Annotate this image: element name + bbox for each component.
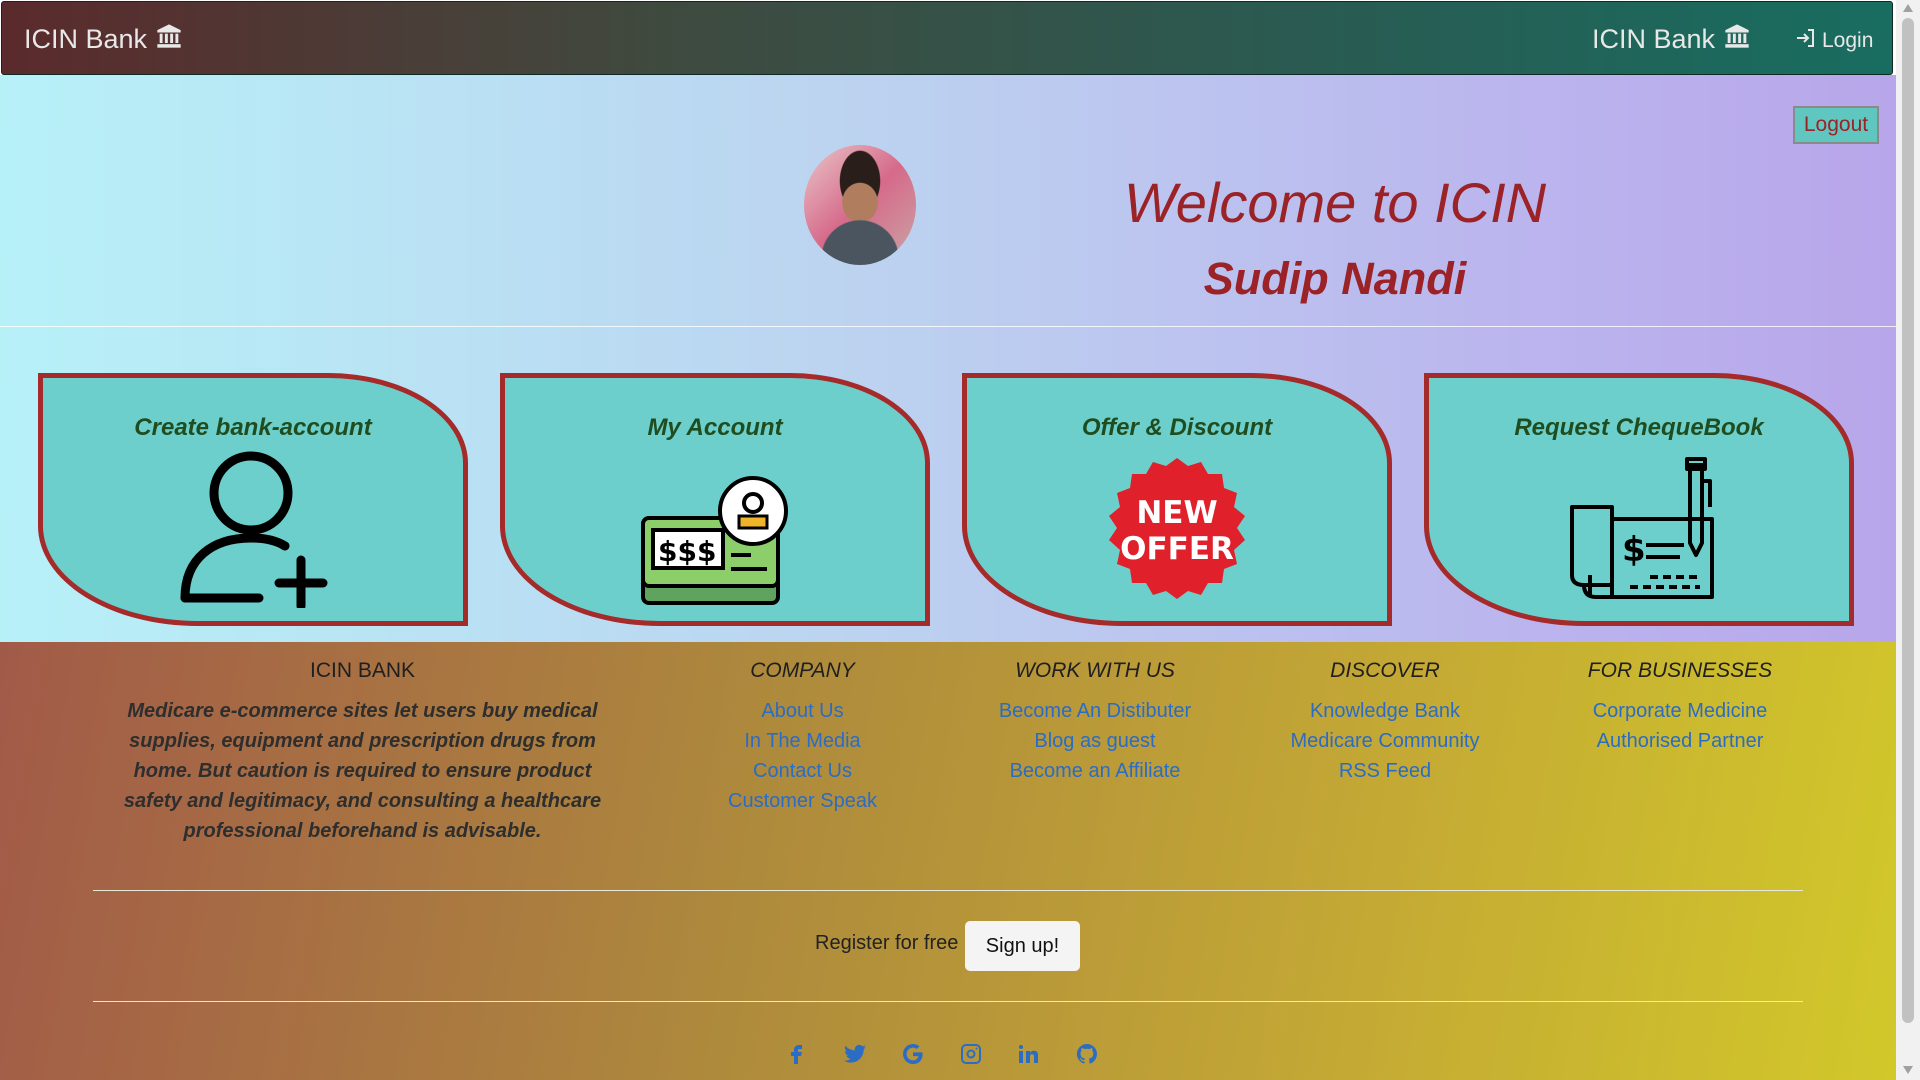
card-my-account[interactable]: My Account $$$ [500,373,930,626]
footer-discover: DISCOVER Knowledge Bank Medicare Communi… [1270,656,1500,786]
card-create-bank-account[interactable]: Create bank-account [38,373,468,626]
footer-link-medicare-community[interactable]: Medicare Community [1270,726,1500,756]
footer-link-contact-us[interactable]: Contact Us [700,756,905,786]
footer-column-title: FOR BUSINESSES [1587,659,1773,682]
divider [0,326,1896,327]
footer-link-knowledge-bank[interactable]: Knowledge Bank [1270,696,1500,726]
footer-link-become-distibuter[interactable]: Become An Distibuter [975,696,1215,726]
footer-company: COMPANY About Us In The Media Contact Us… [700,656,905,816]
account-cheque-icon: $$$ [635,473,795,613]
chequebook-pen-icon: $ [1554,457,1724,607]
footer-link-become-affiliate[interactable]: Become an Affiliate [975,756,1215,786]
new-offer-badge-icon: NEW OFFER [1102,456,1252,611]
footer-column-title: DISCOVER [1330,659,1440,682]
card-offer-discount[interactable]: Offer & Discount NEW OFFER [962,373,1392,626]
page-scrollbar[interactable] [1896,0,1920,1080]
footer-divider [93,1001,1803,1002]
footer-about-title: ICIN BANK [309,659,416,682]
card-title: Request ChequeBook [1514,414,1764,441]
add-user-icon [173,448,333,613]
user-name: Sudip Nandi [1203,253,1467,304]
login-label: Login [1822,29,1874,52]
brand-name: ICIN Bank [24,24,148,54]
footer-work-with-us: WORK WITH US Become An Distibuter Blog a… [975,656,1215,786]
footer-column-title: WORK WITH US [1015,659,1175,682]
google-icon[interactable] [901,1042,925,1066]
twitter-icon[interactable] [843,1042,867,1066]
footer-for-businesses: FOR BUSINESSES Corporate Medicine Author… [1565,656,1795,756]
bank-icon [155,22,183,57]
brand-name: ICIN Bank [1592,24,1716,54]
login-link[interactable]: Login [1794,26,1873,56]
card-request-chequebook[interactable]: Request ChequeBook $ [1424,373,1854,626]
card-title: Create bank-account [134,414,372,441]
footer-about-text: Medicare e-commerce sites let users buy … [123,700,602,842]
signup-button[interactable]: Sign up! [965,921,1080,971]
brand-link-left[interactable]: ICIN Bank [24,22,183,57]
footer-link-corporate-medicine[interactable]: Corporate Medicine [1565,696,1795,726]
social-links [785,1042,1099,1066]
page: ICIN Bank ICIN Bank Login Logout Welcome… [0,0,1896,1080]
footer-link-rss-feed[interactable]: RSS Feed [1270,756,1500,786]
logout-button[interactable]: Logout [1793,106,1879,144]
scrollbar-thumb[interactable] [1902,18,1914,1023]
register-text: Register for free [815,932,959,954]
svg-text:$: $ [1622,530,1646,570]
scroll-up-arrow-icon[interactable] [1903,4,1913,12]
svg-text:$$$: $$$ [658,535,716,568]
badge-text-offer: OFFER [1120,531,1234,567]
bank-icon [1723,22,1751,57]
footer-link-in-the-media[interactable]: In The Media [700,726,905,756]
scroll-down-arrow-icon[interactable] [1903,1066,1913,1074]
footer-column-title: COMPANY [750,659,855,682]
card-title: Offer & Discount [1081,414,1273,441]
footer-divider [93,890,1803,891]
github-icon[interactable] [1075,1042,1099,1066]
badge-text-new: NEW [1136,495,1217,531]
footer-link-customer-speak[interactable]: Customer Speak [700,786,905,816]
sign-in-icon [1794,26,1818,56]
footer-about: ICIN BANK Medicare e-commerce sites let … [110,656,615,846]
facebook-icon[interactable] [785,1042,809,1066]
navbar: ICIN Bank ICIN Bank Login [1,1,1893,75]
instagram-icon[interactable] [959,1042,983,1066]
welcome-heading: Welcome to ICIN [1123,171,1547,234]
linkedin-icon[interactable] [1017,1042,1041,1066]
footer-link-authorised-partner[interactable]: Authorised Partner [1565,726,1795,756]
brand-link-right[interactable]: ICIN Bank [1592,22,1751,57]
avatar [804,145,916,265]
footer-link-blog-as-guest[interactable]: Blog as guest [975,726,1215,756]
card-title: My Account [647,414,783,441]
footer-link-about-us[interactable]: About Us [700,696,905,726]
